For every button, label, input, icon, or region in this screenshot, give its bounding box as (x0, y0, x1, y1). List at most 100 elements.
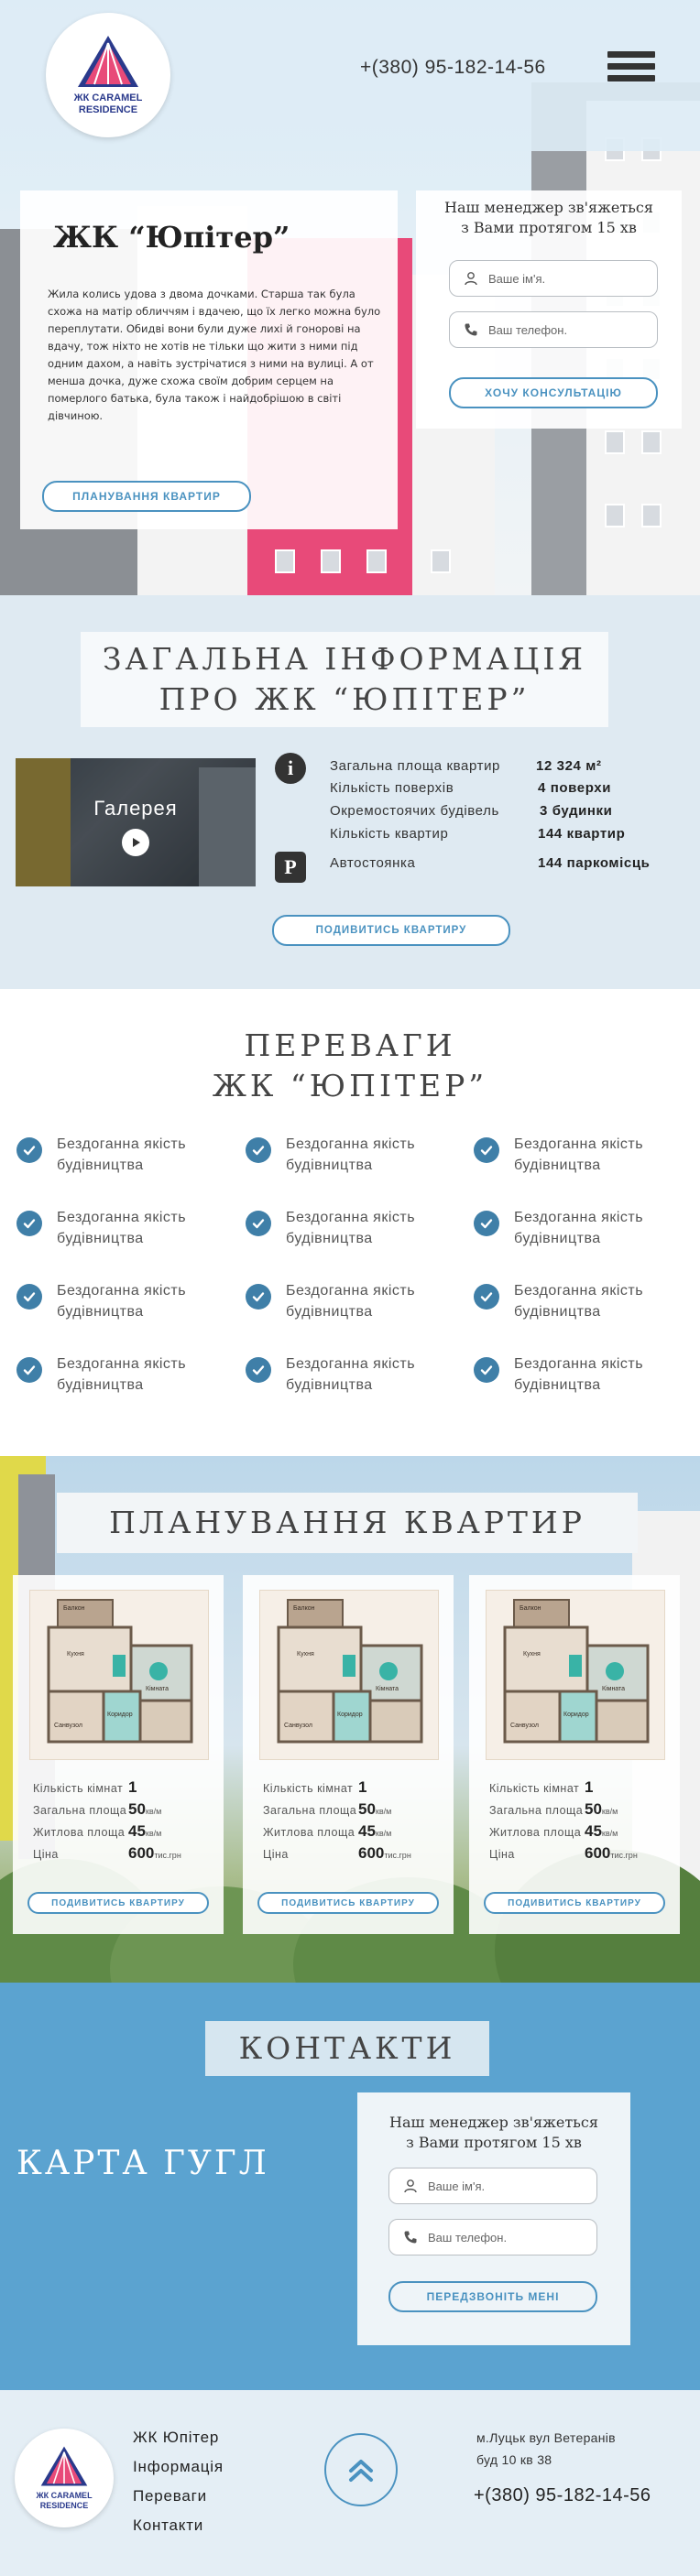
plan-room-label-bath: Санвузол (510, 1723, 539, 1729)
consultation-button[interactable]: ХОЧУ КОНСУЛЬТАЦІЮ (449, 377, 658, 408)
plan-card: Балкон Кухня Кімната Коридор Санвузол Кількіс… (13, 1575, 224, 1934)
gallery-thumbnail[interactable]: Галерея (16, 758, 256, 886)
advantages-section: ПЕРЕВАГИ ЖК “ЮПІТЕР” Бездоганна якість б… (0, 989, 700, 1456)
footer-address-line-2: буд 10 кв 38 (476, 2452, 552, 2467)
logo[interactable]: ЖК CARAMEL RESIDENCE (46, 13, 170, 137)
plan-value-living-number: 45 (358, 1822, 376, 1840)
footer: ЖК CARAMEL RESIDENCE ЖК Юпітер Інформаці… (0, 2390, 700, 2576)
contacts-name-field[interactable] (388, 2168, 597, 2204)
plan-view-button[interactable]: ПОДИВИТИСЬ КВАРТИРУ (257, 1892, 439, 1914)
plan-value-living-area: 45кв/м (358, 1822, 391, 1841)
plan-view-button[interactable]: ПОДИВИТИСЬ КВАРТИРУ (27, 1892, 209, 1914)
plan-value-price: 600тис.грн (358, 1844, 411, 1863)
plan-label-total-area: Загальна площа (489, 1804, 584, 1817)
plan-card: Балкон Кухня Кімната Коридор Санвузол Кількіс… (243, 1575, 454, 1934)
hero-phone-field[interactable] (449, 311, 658, 348)
footer-link-contacts[interactable]: Контакти (133, 2516, 203, 2535)
logo-mark-icon (78, 36, 138, 87)
header-phone-link[interactable]: +(380) 95-182-14-56 (360, 57, 546, 79)
scroll-top-button[interactable] (324, 2433, 398, 2506)
info-value-apartments: 144 квартир (538, 826, 626, 842)
advantage-item: Бездоганна якість будівництва (16, 1207, 231, 1249)
hero-card: ЖК “Юпітер” Жила колись удова з двома до… (20, 190, 398, 529)
plan-room-label-balcony: Балкон (520, 1605, 541, 1612)
callback-button[interactable]: ПЕРЕДЗВОНІТЬ МЕНІ (388, 2281, 597, 2312)
plans-title: ПЛАНУВАННЯ КВАРТИР (109, 1505, 585, 1540)
contacts-phone-input[interactable] (428, 2230, 565, 2244)
plan-unit-area: кв/м (145, 1829, 162, 1838)
map-placeholder[interactable]: КАРТА ГУГЛ (16, 2145, 269, 2182)
plan-room-label-room: Кімната (602, 1686, 626, 1692)
hero-phone-input[interactable] (488, 322, 626, 337)
menu-icon[interactable] (607, 51, 655, 90)
footer-phone-link[interactable]: +(380) 95-182-14-56 (474, 2485, 651, 2506)
footer-logo-line-2: RESIDENCE (39, 2501, 89, 2510)
contacts-form: Наш менеджер зв'яжеться з Вами протягом … (357, 2092, 630, 2345)
floor-plan-image[interactable]: Балкон Кухня Кімната Коридор Санвузол (486, 1590, 665, 1760)
hero-title: ЖК “Юпітер” (53, 220, 290, 255)
phone-handset-icon (463, 321, 479, 338)
advantage-item: Бездоганна якість будівництва (16, 1134, 231, 1176)
plan-label-price: Ціна (263, 1848, 289, 1861)
footer-link-info[interactable]: Інформація (133, 2458, 224, 2476)
plan-unit-price: тис.грн (384, 1851, 411, 1860)
hero-section: ЖК CARAMEL RESIDENCE +(380) 95-182-14-56… (0, 0, 700, 595)
plan-room-label-kitchen: Кухня (523, 1651, 541, 1658)
check-icon (16, 1284, 42, 1310)
footer-link-advantages[interactable]: Переваги (133, 2487, 207, 2505)
advantage-item: Бездоганна якість будівництва (474, 1353, 688, 1396)
plan-label-living-area: Житлова площа (263, 1826, 355, 1839)
floor-plan-image[interactable]: Балкон Кухня Кімната Коридор Санвузол (259, 1590, 439, 1760)
parking-icon: P (275, 852, 306, 883)
advantage-text: Бездоганна якість будівництва (57, 1283, 187, 1320)
advantage-text: Бездоганна якість будівництва (514, 1136, 644, 1173)
view-apartment-button[interactable]: ПОДИВИТИСЬ КВАРТИРУ (272, 915, 510, 946)
hero-contact-form: Наш менеджер зв'яжеться з Вами протягом … (416, 190, 682, 429)
advantage-item: Бездоганна якість будівництва (16, 1280, 231, 1322)
arrow-up-icon (349, 2460, 373, 2482)
info-value-buildings: 3 будинки (540, 803, 613, 819)
plan-value-price-number: 600 (128, 1844, 155, 1862)
check-icon (474, 1137, 499, 1163)
plans-title-box: ПЛАНУВАННЯ КВАРТИР (57, 1493, 638, 1553)
plan-value-living-number: 45 (128, 1822, 146, 1840)
plan-label-rooms: Кількість кімнат (263, 1782, 354, 1795)
contacts-name-input[interactable] (428, 2179, 565, 2193)
footer-logo[interactable]: ЖК CARAMEL RESIDENCE (15, 2429, 114, 2527)
plans-button[interactable]: ПЛАНУВАННЯ КВАРТИР (42, 481, 251, 512)
play-icon[interactable] (122, 829, 149, 856)
logo-text: ЖК CARAMEL RESIDENCE (74, 92, 143, 116)
check-icon (246, 1284, 271, 1310)
contacts-form-title-line-1: Наш менеджер зв'яжеться (389, 2114, 598, 2131)
plan-label-living-area: Житлова площа (33, 1826, 126, 1839)
advantage-text: Бездоганна якість будівництва (57, 1136, 187, 1173)
plan-value-rooms: 1 (358, 1778, 367, 1796)
info-title-line-2: ПРО ЖК “ЮПІТЕР” (159, 681, 530, 717)
floor-plan-image[interactable]: Балкон Кухня Кімната Коридор Санвузол (29, 1590, 209, 1760)
plan-room-label-hall: Коридор (563, 1712, 589, 1718)
plan-view-button[interactable]: ПОДИВИТИСЬ КВАРТИРУ (484, 1892, 665, 1914)
plan-label-rooms: Кількість кімнат (489, 1782, 580, 1795)
contacts-phone-field[interactable] (388, 2219, 597, 2255)
plan-card: Балкон Кухня Кімната Коридор Санвузол Кількіс… (469, 1575, 680, 1934)
hero-name-input[interactable] (488, 271, 626, 286)
plan-value-living-area: 45кв/м (128, 1822, 161, 1841)
info-label-parking: Автостоянка (330, 855, 416, 871)
logo-line-1: ЖК CARAMEL (73, 92, 143, 103)
hero-name-field[interactable] (449, 260, 658, 297)
contacts-title: КОНТАКТИ (238, 2030, 456, 2066)
advantages-title-box: ПЕРЕВАГИ ЖК “ЮПІТЕР” (183, 1018, 517, 1114)
plan-label-rooms: Кількість кімнат (33, 1782, 124, 1795)
plan-label-total-area: Загальна площа (33, 1804, 127, 1817)
plan-room-label-hall: Коридор (337, 1712, 363, 1718)
plan-value-total-area: 50кв/м (128, 1800, 161, 1819)
plan-value-total-number: 50 (358, 1800, 376, 1818)
plan-unit-area: кв/м (145, 1807, 162, 1816)
plan-value-total-number: 50 (585, 1800, 602, 1818)
contacts-form-title: Наш менеджер зв'яжеться з Вами протягом … (357, 2113, 630, 2153)
footer-link-jupiter[interactable]: ЖК Юпітер (133, 2429, 219, 2447)
hero-description: Жила колись удова з двома дочками. Старш… (48, 288, 381, 422)
hero-form-title: Наш менеджер зв'яжеться з Вами протягом … (416, 198, 682, 238)
footer-address-line-1: м.Луцьк вул Ветеранів (476, 2430, 616, 2445)
info-value-parking: 144 паркомісць (538, 855, 651, 871)
